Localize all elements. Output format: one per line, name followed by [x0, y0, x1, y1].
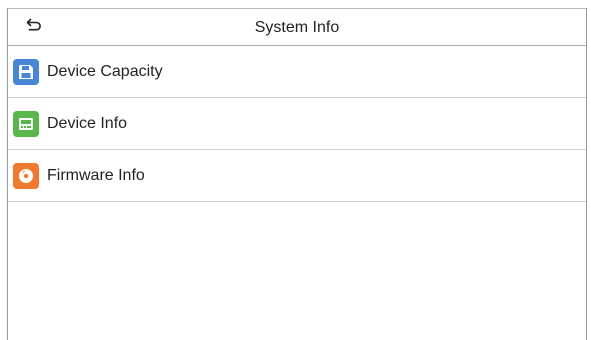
menu-item-device-capacity[interactable]: Device Capacity — [8, 46, 586, 98]
menu-item-device-info[interactable]: Device Info — [8, 98, 586, 150]
menu-item-firmware-info[interactable]: Firmware Info — [8, 150, 586, 202]
system-info-screen: System Info Device Capacity Device Info … — [7, 8, 587, 340]
system-info-menu: Device Capacity Device Info Firmware Inf… — [8, 46, 586, 202]
device-terminal-icon — [13, 110, 39, 137]
menu-item-label: Device Info — [47, 114, 128, 132]
menu-item-label: Device Capacity — [47, 62, 163, 80]
header-bar: System Info — [8, 8, 586, 46]
page-title: System Info — [254, 19, 340, 36]
menu-item-label: Firmware Info — [47, 166, 145, 184]
floppy-disk-icon — [13, 58, 39, 85]
disc-icon — [13, 162, 39, 189]
